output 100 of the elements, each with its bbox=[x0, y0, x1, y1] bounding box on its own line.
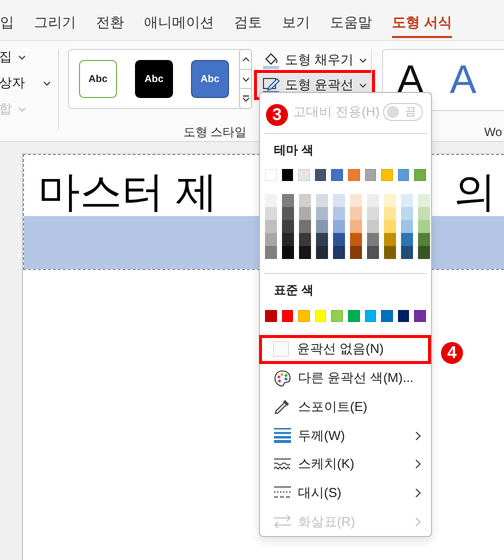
ribbon-tab[interactable]: 애니메이션 bbox=[144, 10, 214, 38]
menu-item[interactable]: 윤곽선 없음(N) bbox=[259, 335, 431, 364]
color-swatch[interactable] bbox=[367, 194, 379, 208]
color-swatch[interactable] bbox=[333, 233, 345, 246]
color-swatch[interactable] bbox=[401, 194, 413, 208]
color-swatch[interactable] bbox=[401, 220, 413, 234]
color-swatch[interactable] bbox=[298, 310, 310, 322]
color-swatch[interactable] bbox=[367, 246, 379, 260]
ribbon-tab[interactable]: 그리기 bbox=[34, 10, 76, 38]
color-swatch[interactable] bbox=[282, 220, 294, 234]
color-swatch[interactable] bbox=[418, 233, 430, 246]
chevron-down-icon bbox=[43, 80, 51, 86]
color-swatch[interactable] bbox=[333, 220, 345, 234]
color-swatch[interactable] bbox=[265, 233, 277, 246]
color-swatch[interactable] bbox=[331, 310, 343, 322]
color-swatch[interactable] bbox=[384, 207, 396, 220]
scroll-up-button[interactable] bbox=[239, 49, 252, 70]
color-swatch[interactable] bbox=[282, 233, 294, 246]
color-swatch[interactable] bbox=[350, 194, 362, 208]
color-swatch[interactable] bbox=[299, 246, 311, 260]
color-swatch[interactable] bbox=[350, 220, 362, 234]
color-swatch[interactable] bbox=[299, 233, 311, 246]
color-swatch[interactable] bbox=[414, 310, 426, 322]
color-swatch[interactable] bbox=[350, 233, 362, 246]
wordart-preset[interactable]: A bbox=[450, 58, 476, 102]
ribbon-tab[interactable]: 전환 bbox=[96, 10, 124, 38]
color-swatch[interactable] bbox=[299, 207, 311, 220]
color-swatch[interactable] bbox=[418, 246, 430, 260]
color-swatch[interactable] bbox=[299, 194, 311, 208]
color-swatch[interactable] bbox=[367, 220, 379, 234]
color-swatch[interactable] bbox=[350, 207, 362, 220]
chevron-right-icon bbox=[415, 459, 421, 470]
color-swatch[interactable] bbox=[265, 194, 277, 208]
color-swatch[interactable] bbox=[265, 220, 277, 234]
menu-item[interactable]: 두께(W) bbox=[260, 421, 431, 450]
color-swatch[interactable] bbox=[316, 233, 328, 246]
color-swatch[interactable] bbox=[316, 207, 328, 220]
color-swatch[interactable] bbox=[401, 233, 413, 246]
menu-item[interactable]: 다른 윤곽선 색(M)... bbox=[260, 364, 431, 392]
color-swatch[interactable] bbox=[282, 207, 294, 220]
color-swatch[interactable] bbox=[265, 246, 277, 260]
slide-title: 마스터 제 bbox=[38, 168, 218, 216]
shape-command-button[interactable]: 도형 채우기 bbox=[258, 49, 371, 71]
color-swatch[interactable] bbox=[298, 169, 310, 182]
color-swatch[interactable] bbox=[384, 233, 396, 246]
color-swatch[interactable] bbox=[314, 169, 326, 182]
color-swatch[interactable] bbox=[350, 246, 362, 260]
color-swatch[interactable] bbox=[333, 207, 345, 220]
section-heading: 테마 색 bbox=[273, 142, 314, 159]
color-swatch[interactable] bbox=[384, 246, 396, 260]
color-swatch[interactable] bbox=[398, 310, 410, 322]
color-swatch[interactable] bbox=[282, 246, 294, 260]
color-swatch[interactable] bbox=[364, 169, 376, 182]
color-swatch[interactable] bbox=[418, 194, 430, 208]
color-swatch[interactable] bbox=[367, 233, 379, 246]
color-swatch[interactable] bbox=[282, 169, 294, 182]
shape-style-preset[interactable]: Abc bbox=[79, 60, 117, 98]
color-swatch[interactable] bbox=[348, 169, 360, 182]
ribbon-tab[interactable]: 입 bbox=[0, 10, 14, 38]
color-swatch[interactable] bbox=[316, 246, 328, 260]
more-button[interactable] bbox=[239, 88, 252, 110]
color-swatch[interactable] bbox=[333, 246, 345, 260]
color-swatch[interactable] bbox=[265, 207, 277, 220]
color-swatch[interactable] bbox=[282, 194, 294, 208]
dashed-lines-icon bbox=[274, 486, 290, 500]
shape-style-preset[interactable]: Abc bbox=[135, 60, 173, 98]
color-swatch[interactable] bbox=[398, 169, 410, 182]
section-heading: 표준 색 bbox=[273, 282, 314, 300]
ribbon-command[interactable]: 집 bbox=[0, 47, 56, 67]
menu-item[interactable]: 스케치(K) bbox=[260, 450, 431, 479]
ribbon-tab[interactable]: 도움말 bbox=[330, 10, 372, 38]
color-swatch[interactable] bbox=[384, 220, 396, 234]
menu-item[interactable]: 스포이트(E) bbox=[260, 392, 431, 422]
expand-icon bbox=[242, 95, 250, 102]
color-swatch[interactable] bbox=[401, 207, 413, 220]
color-swatch[interactable] bbox=[314, 310, 326, 322]
color-swatch[interactable] bbox=[364, 310, 376, 322]
color-swatch[interactable] bbox=[299, 220, 311, 234]
slide-title: 의 bbox=[454, 168, 496, 216]
color-swatch[interactable] bbox=[331, 169, 343, 182]
color-swatch[interactable] bbox=[384, 194, 396, 208]
color-swatch[interactable] bbox=[401, 246, 413, 260]
color-swatch[interactable] bbox=[316, 194, 328, 208]
color-swatch[interactable] bbox=[265, 310, 277, 322]
ribbon-tab[interactable]: 검토 bbox=[234, 10, 262, 38]
color-swatch[interactable] bbox=[418, 220, 430, 234]
shape-style-preset[interactable]: Abc bbox=[191, 60, 229, 98]
ribbon-tab[interactable]: 보기 bbox=[282, 10, 310, 38]
color-swatch[interactable] bbox=[333, 194, 345, 208]
color-swatch[interactable] bbox=[282, 310, 294, 322]
menu-item[interactable]: 대시(S) bbox=[260, 478, 431, 508]
color-swatch[interactable] bbox=[367, 207, 379, 220]
color-swatch[interactable] bbox=[316, 220, 328, 234]
color-swatch[interactable] bbox=[414, 169, 426, 182]
scroll-down-button[interactable] bbox=[239, 68, 252, 90]
color-swatch[interactable] bbox=[381, 169, 393, 182]
color-swatch[interactable] bbox=[348, 310, 360, 322]
ribbon-tab[interactable]: 도형 서식 bbox=[392, 10, 452, 38]
color-swatch[interactable] bbox=[381, 310, 393, 322]
color-swatch[interactable] bbox=[418, 207, 430, 220]
